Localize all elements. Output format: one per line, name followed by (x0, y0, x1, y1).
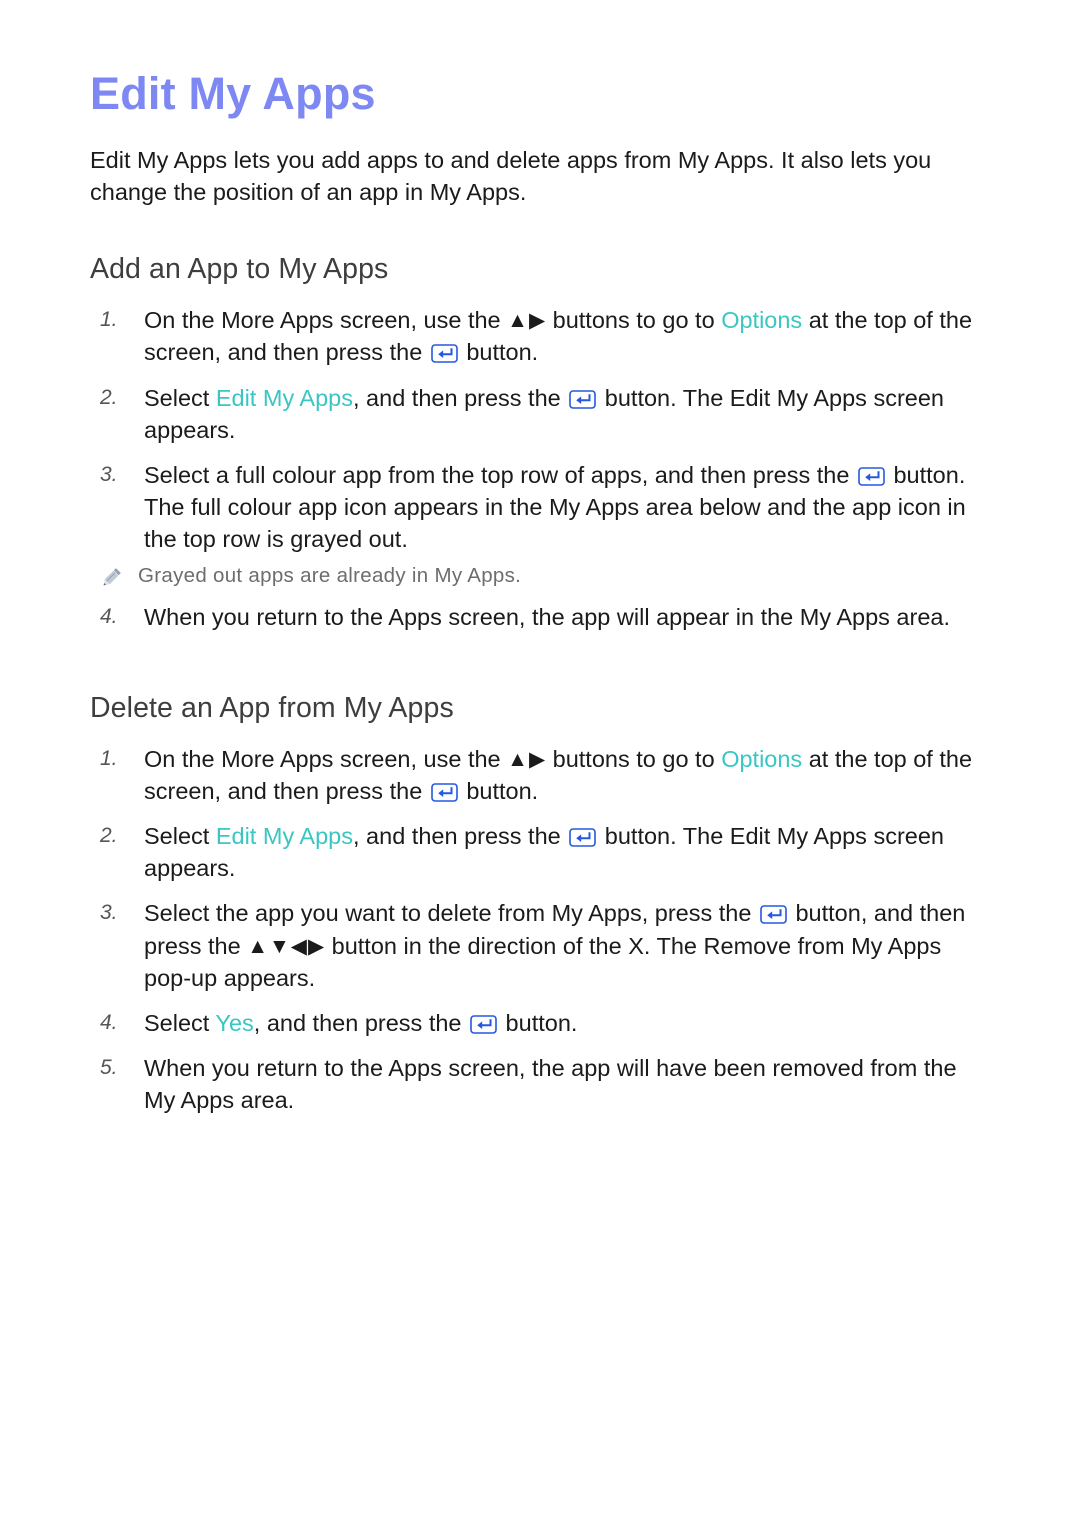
step-text: When you return to the Apps screen, the … (144, 604, 950, 630)
step-text: When you return to the Apps screen, the … (144, 1055, 957, 1113)
instruction-step: 2. Select Edit My Apps, and then press th… (90, 820, 992, 884)
steps-list-continued: 4. When you return to the Apps screen, th… (90, 601, 992, 633)
document-section: Add an App to My Apps 1. On the More Apps … (90, 253, 992, 634)
step-text-run: Select (144, 1009, 216, 1036)
step-text-run: On the More Apps screen, use the (144, 307, 508, 334)
step-number: 4. (100, 1010, 118, 1034)
instruction-step: 4. Select Yes, and then press the button. (90, 1007, 992, 1039)
steps-list: 1. On the More Apps screen, use the ▲▶ bu… (90, 304, 992, 555)
sections-container: Add an App to My Apps 1. On the More Apps … (90, 253, 992, 1116)
instruction-step: 1. On the More Apps screen, use the ▲▶ bu… (90, 743, 992, 807)
intro-paragraph: Edit My Apps lets you add apps to and de… (90, 147, 932, 206)
step-text: On the More Apps screen, use the ▲▶ butt… (144, 746, 972, 804)
direction-arrows: ▲▶ (507, 307, 546, 336)
step-text-run: buttons to go to (546, 745, 722, 772)
arrow-up-icon: ▲ (247, 934, 269, 958)
instruction-step: 2. Select Edit My Apps, and then press th… (90, 382, 992, 446)
step-number: 2. (100, 385, 118, 409)
step-text-run: button. (459, 777, 539, 804)
step-text-run: button. (499, 1009, 578, 1036)
step-text: Select Yes, and then press the button. (144, 1010, 577, 1036)
step-number: 4. (100, 605, 118, 629)
step-text-run: buttons to go to (546, 307, 722, 334)
arrow-right-icon: ▶ (528, 309, 547, 333)
step-number: 1. (100, 308, 118, 332)
enter-key-icon (430, 344, 458, 364)
enter-key-icon (569, 828, 597, 847)
enter-key-icon (858, 467, 885, 486)
document-page: Edit My Apps Edit My Apps lets you add a… (0, 0, 1080, 1534)
step-text-run: , and then press the (353, 384, 568, 411)
document-section: Delete an App from My Apps 1. On the More … (90, 692, 992, 1117)
step-text-run: When you return to the Apps screen, the … (144, 1055, 957, 1114)
instruction-step: 5. When you return to the Apps screen, th… (90, 1052, 992, 1116)
step-text: On the More Apps screen, use the ▲▶ butt… (144, 307, 972, 365)
direction-arrows: ▲▶ (507, 746, 546, 775)
step-text-run: Select a full colour app from the top ro… (144, 461, 856, 488)
step-number: 3. (100, 462, 118, 486)
step-text-run: , and then press the (253, 1009, 469, 1036)
enter-key-icon (760, 905, 787, 925)
highlighted-term: Options (721, 745, 803, 772)
enter-key-icon (430, 783, 458, 802)
step-number: 2. (100, 824, 118, 848)
highlighted-term: Edit My Apps (215, 823, 353, 850)
note-callout: Grayed out apps are already in My Apps. (90, 563, 992, 591)
step-number: 3. (100, 901, 118, 925)
step-text-run: Select the app you want to delete from M… (144, 900, 758, 927)
step-number: 5. (100, 1056, 118, 1080)
step-text: Select a full colour app from the top ro… (144, 462, 966, 552)
step-text-run: When you return to the Apps screen, the … (144, 604, 950, 631)
step-text: Select the app you want to delete from M… (144, 900, 965, 990)
enter-key-icon (569, 389, 597, 409)
arrow-right-icon: ▶ (528, 747, 547, 771)
arrow-up-icon: ▲ (507, 747, 529, 771)
step-number: 1. (100, 746, 118, 770)
steps-list: 1. On the More Apps screen, use the ▲▶ bu… (90, 743, 992, 1117)
direction-arrows: ▲▼◀▶ (247, 933, 325, 962)
instruction-step: 3. Select the app you want to delete from… (90, 897, 992, 994)
step-text-run: On the More Apps screen, use the (144, 745, 508, 772)
highlighted-term: Yes (215, 1009, 254, 1036)
highlighted-term: Edit My Apps (215, 384, 353, 411)
instruction-step: 1. On the More Apps screen, use the ▲▶ bu… (90, 304, 992, 368)
arrow-down-icon: ▼ (269, 934, 291, 958)
step-text-run: Select (144, 823, 216, 850)
instruction-step: 4. When you return to the Apps screen, th… (90, 601, 992, 633)
instruction-step: 3. Select a full colour app from the top … (90, 459, 992, 556)
arrow-up-icon: ▲ (507, 309, 529, 333)
step-text-run: , and then press the (353, 823, 568, 850)
arrow-right-icon: ▶ (307, 934, 326, 958)
note-text: Grayed out apps are already in My Apps. (138, 564, 522, 588)
page-title: Edit My Apps (90, 68, 376, 119)
highlighted-term: Options (721, 307, 803, 334)
arrow-left-icon: ◀ (290, 934, 308, 958)
step-text: Select Edit My Apps, and then press the … (144, 385, 944, 443)
section-heading: Delete an App from My Apps (90, 691, 454, 724)
section-heading: Add an App to My Apps (90, 253, 389, 286)
step-text-run: Select (144, 384, 216, 411)
step-text-run: button. (459, 339, 539, 366)
pencil-icon (98, 565, 124, 591)
step-text: Select Edit My Apps, and then press the … (144, 823, 944, 881)
enter-key-icon (470, 1015, 497, 1034)
